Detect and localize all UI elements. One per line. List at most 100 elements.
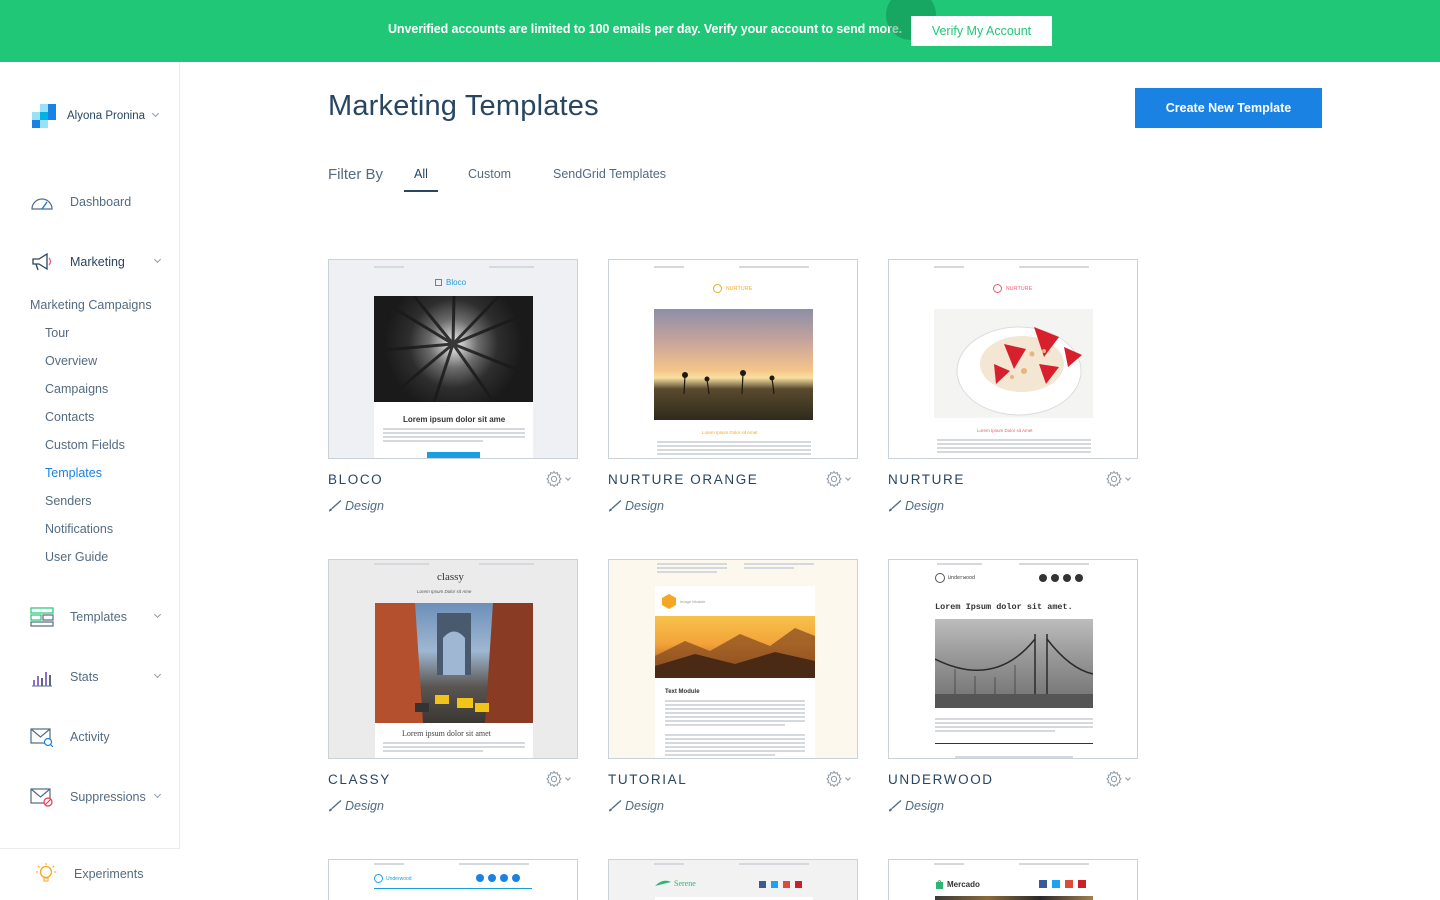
design-link[interactable]: Design — [608, 499, 664, 513]
megaphone-icon — [30, 250, 54, 274]
template-settings-menu[interactable] — [1105, 469, 1137, 489]
design-link[interactable]: Design — [608, 799, 664, 813]
forest-canopy-image — [374, 296, 533, 402]
sidebar-subitem-notifications[interactable]: Notifications — [45, 522, 113, 536]
template-thumbnail[interactable]: Mercado — [888, 859, 1138, 900]
paintbrush-icon — [609, 500, 622, 512]
shopping-bag-icon — [936, 880, 943, 889]
strawberry-bowl-image — [934, 309, 1093, 418]
paintbrush-icon — [609, 800, 622, 812]
pinterest-icon — [512, 874, 520, 882]
lightbulb-icon — [34, 862, 58, 886]
sidebar-item-experiments[interactable]: Experiments — [34, 862, 169, 886]
sidebar-item-label: Dashboard — [70, 195, 132, 209]
template-thumbnail[interactable]: NURTURE Lorem Ipsum Dolor sit Amet — [888, 259, 1138, 459]
sendgrid-logo-icon — [32, 104, 56, 128]
gear-icon — [1106, 770, 1122, 788]
sidebar-item-label: Activity — [70, 730, 110, 744]
sidebar-item-dashboard[interactable]: Dashboard — [30, 190, 165, 214]
design-link[interactable]: Design — [328, 799, 384, 813]
sidebar-item-templates[interactable]: Templates — [30, 605, 165, 629]
sidebar-subitem-campaigns[interactable]: Campaigns — [45, 382, 108, 396]
chevron-down-icon — [845, 774, 851, 781]
template-name: CLASSY — [328, 772, 391, 787]
template-settings-menu[interactable] — [545, 769, 577, 789]
paintbrush-icon — [329, 500, 342, 512]
sidebar-item-label: Experiments — [74, 867, 144, 881]
template-thumbnail[interactable]: Bloco Lorem ipsum dolor sit ame — [328, 259, 578, 459]
social-icons — [1039, 574, 1083, 582]
template-name: TUTORIAL — [608, 772, 688, 787]
thumb-logo: NURTURE — [713, 284, 752, 293]
sidebar-subitem-tour[interactable]: Tour — [45, 326, 69, 340]
template-settings-menu[interactable] — [825, 769, 857, 789]
filter-tab-sendgrid-templates[interactable]: SendGrid Templates — [553, 167, 666, 192]
sidebar-item-label: Templates — [70, 610, 127, 624]
sidebar-item-activity[interactable]: Activity — [30, 725, 165, 749]
twitter-icon — [771, 881, 778, 888]
mountain-sunset-image — [655, 616, 815, 678]
sidebar-subitem-contacts[interactable]: Contacts — [45, 410, 94, 424]
template-thumbnail[interactable]: Image Module Text Module — [608, 559, 858, 759]
twitter-icon — [1051, 574, 1059, 582]
google-plus-icon — [1063, 574, 1071, 582]
circle-logo-icon — [935, 573, 945, 583]
sidebar-subitem-overview[interactable]: Overview — [45, 354, 97, 368]
sidebar-item-label: Stats — [70, 670, 99, 684]
sidebar-footer: Experiments — [0, 848, 180, 900]
template-thumbnail[interactable]: Serene — [608, 859, 858, 900]
pinterest-icon — [1078, 880, 1086, 888]
pinterest-icon — [1075, 574, 1083, 582]
circle-logo-icon — [374, 874, 383, 883]
paintbrush-icon — [329, 800, 342, 812]
social-icons — [476, 874, 520, 882]
filter-label: Filter By — [328, 166, 384, 183]
template-settings-menu[interactable] — [1105, 769, 1137, 789]
gear-icon — [1106, 470, 1122, 488]
design-link[interactable]: Design — [328, 499, 384, 513]
thumb-caption: Lorem Ipsum Dolor sit Amet — [977, 428, 1033, 433]
verify-account-button[interactable]: Verify My Account — [911, 16, 1052, 46]
gear-icon — [546, 770, 562, 788]
page-title: Marketing Templates — [328, 90, 599, 122]
template-thumbnail[interactable]: Underwood — [328, 859, 578, 900]
sidebar-item-label: Marketing — [70, 255, 125, 269]
chevron-down-icon — [845, 474, 851, 481]
template-thumbnail[interactable]: NURTURE Lorem Ipsum Dolor sit Amet — [608, 259, 858, 459]
sidebar-item-stats[interactable]: Stats — [30, 665, 165, 689]
template-name: NURTURE — [888, 472, 965, 487]
account-switcher[interactable]: Alyona Pronina — [32, 104, 160, 128]
envelope-search-icon — [30, 725, 54, 749]
sidebar-item-suppressions[interactable]: Suppressions — [30, 785, 165, 809]
template-name: NURTURE ORANGE — [608, 472, 759, 487]
paintbrush-icon — [889, 500, 902, 512]
chevron-down-icon — [151, 109, 160, 118]
pinterest-icon — [795, 881, 802, 888]
chevron-down-icon — [153, 255, 162, 264]
sidebar-subitem-user-guide[interactable]: User Guide — [45, 550, 108, 564]
chevron-down-icon — [153, 610, 162, 619]
filter-tab-custom[interactable]: Custom — [468, 167, 511, 192]
sidebar-subitem-templates[interactable]: Templates — [45, 466, 102, 480]
design-link[interactable]: Design — [888, 499, 944, 513]
sunset-palm-image — [654, 309, 813, 420]
template-settings-menu[interactable] — [825, 469, 857, 489]
filter-tab-all[interactable]: All — [404, 167, 438, 192]
leaf-logo-icon — [655, 880, 671, 886]
envelope-blocked-icon — [30, 785, 54, 809]
design-link[interactable]: Design — [888, 799, 944, 813]
facebook-icon — [476, 874, 484, 882]
sidebar-subitem-custom-fields[interactable]: Custom Fields — [45, 438, 125, 452]
sidebar-item-marketing-campaigns[interactable]: Marketing Campaigns — [30, 298, 152, 312]
gear-icon — [826, 470, 842, 488]
template-thumbnail[interactable]: classy Lorem Ipsum Dolor sit Ame Lorem i… — [328, 559, 578, 759]
template-settings-menu[interactable] — [545, 469, 577, 489]
sidebar-item-marketing[interactable]: Marketing — [30, 250, 165, 274]
template-thumbnail[interactable]: Underwood Lorem Ipsum dolor sit amet. — [888, 559, 1138, 759]
create-new-template-button[interactable]: Create New Template — [1135, 88, 1322, 128]
social-icons — [759, 881, 802, 888]
bar-chart-icon — [30, 665, 54, 689]
verification-banner: Unverified accounts are limited to 100 e… — [0, 0, 1440, 62]
google-plus-icon — [1065, 880, 1073, 888]
sidebar-subitem-senders[interactable]: Senders — [45, 494, 92, 508]
